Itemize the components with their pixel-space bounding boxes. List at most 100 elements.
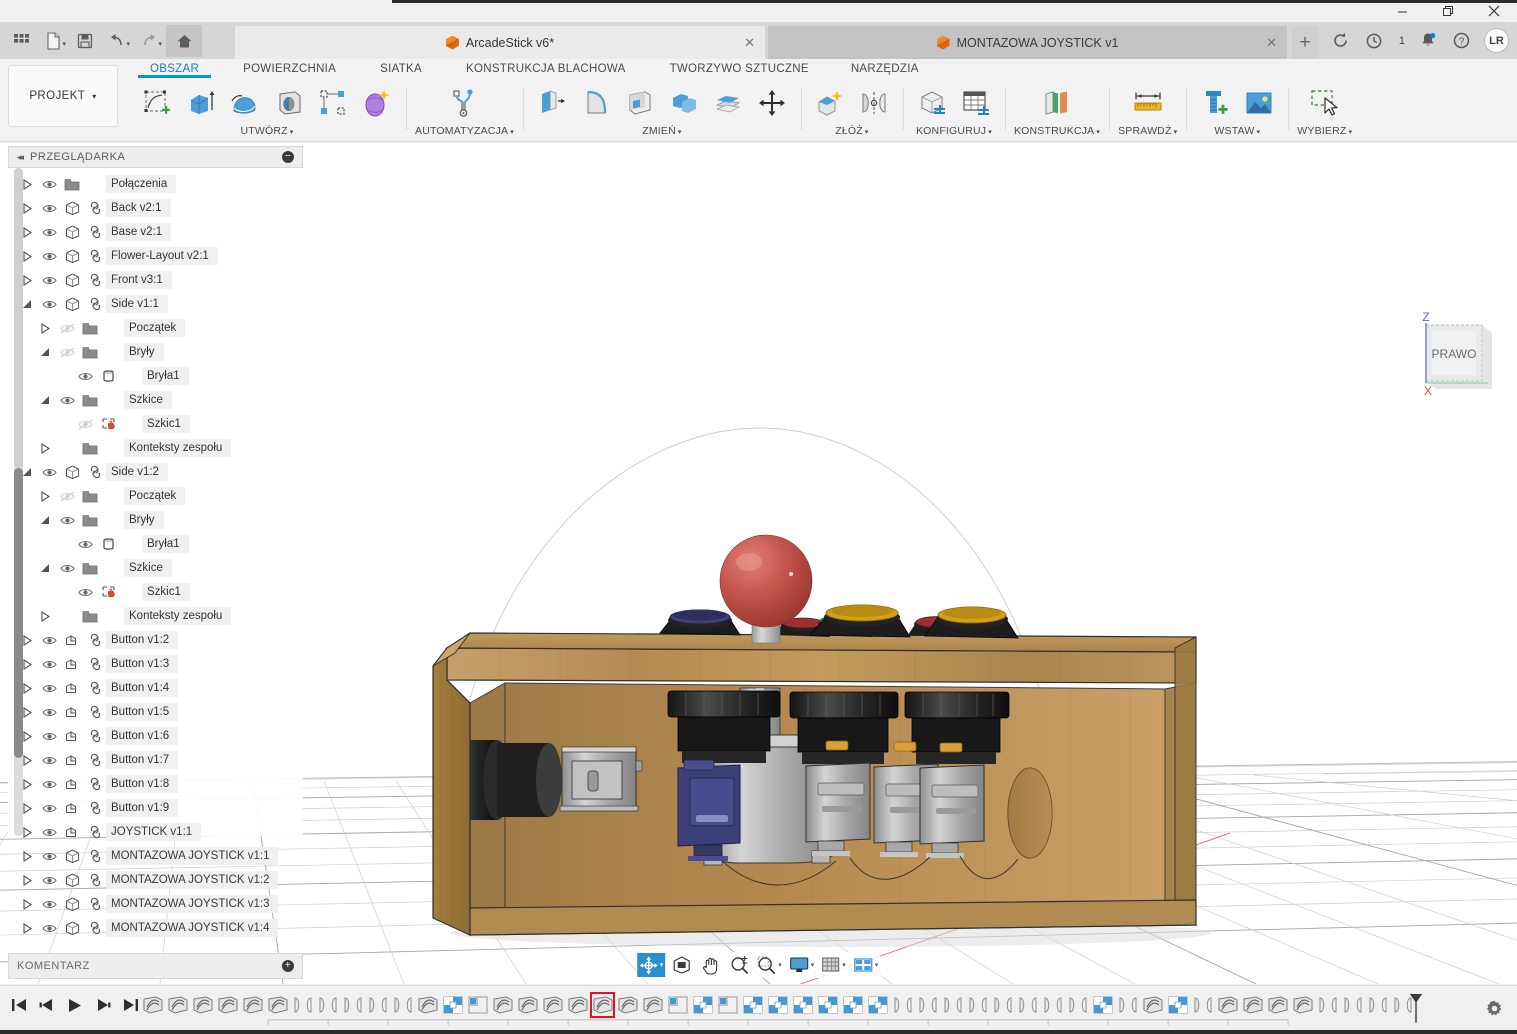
jump-to-end-button[interactable]	[122, 994, 140, 1016]
browser-tree-item[interactable]: Button v1:4	[8, 676, 303, 700]
tree-expander-icon[interactable]	[22, 658, 38, 670]
visibility-toggle-icon[interactable]	[74, 539, 96, 550]
tree-expander-icon[interactable]	[22, 178, 38, 190]
tree-expander-icon[interactable]	[22, 682, 38, 694]
visibility-toggle-icon[interactable]	[38, 203, 60, 214]
browser-tree-item[interactable]: Połączenia	[8, 172, 303, 196]
tree-expander-icon[interactable]	[40, 395, 56, 406]
browser-scrollbar-thumb[interactable]	[14, 468, 23, 758]
tree-expander-icon[interactable]	[40, 322, 56, 334]
visibility-toggle-icon[interactable]	[56, 491, 78, 502]
timeline-feature[interactable]	[1315, 992, 1340, 1018]
visibility-toggle-icon[interactable]	[38, 275, 60, 286]
browser-tree-item[interactable]: Button v1:6	[8, 724, 303, 748]
browser-tree-item[interactable]: Button v1:3	[8, 652, 303, 676]
timeline-feature[interactable]	[1240, 992, 1265, 1018]
new-sketch-icon[interactable]	[137, 83, 177, 123]
timeline-feature[interactable]	[765, 992, 790, 1018]
visibility-toggle-icon[interactable]	[74, 419, 96, 430]
timeline-feature[interactable]	[265, 992, 290, 1018]
close-window-button[interactable]	[1471, 0, 1517, 22]
timeline-feature[interactable]	[1090, 992, 1115, 1018]
tab-tworzywo-sztuczne[interactable]: TWORZYWO SZTUCZNE	[648, 59, 831, 75]
tree-expander-icon[interactable]	[40, 515, 56, 526]
timeline-feature[interactable]	[1215, 992, 1240, 1018]
move-copy-icon[interactable]	[752, 83, 792, 123]
measure-icon[interactable]	[1128, 83, 1168, 123]
tree-expander-icon[interactable]	[40, 442, 56, 454]
browser-tree-item[interactable]: Button v1:9	[8, 796, 303, 820]
automation-icon[interactable]	[444, 83, 484, 123]
tree-expander-icon[interactable]	[22, 226, 38, 238]
timeline-feature[interactable]	[790, 992, 815, 1018]
visibility-toggle-icon[interactable]	[38, 899, 60, 910]
browser-tree-item[interactable]: Szkic1	[8, 412, 303, 436]
timeline-feature[interactable]	[215, 992, 240, 1018]
viewport-layout-icon[interactable]: ▾	[851, 953, 881, 977]
browser-tree-item[interactable]: Bryły	[8, 340, 303, 364]
revolve-icon[interactable]	[225, 83, 265, 123]
gear-icon[interactable]	[1486, 1000, 1503, 1017]
project-dropdown-button[interactable]: PROJEKT ▾	[8, 65, 118, 127]
collapse-panel-icon[interactable]: ◂◂	[17, 152, 24, 163]
visibility-toggle-icon[interactable]	[38, 707, 60, 718]
timeline-feature[interactable]	[340, 992, 365, 1018]
timeline-feature[interactable]	[1290, 992, 1315, 1018]
visibility-toggle-icon[interactable]	[38, 851, 60, 862]
configuration-icon[interactable]	[912, 83, 952, 123]
orbit-icon[interactable]: ▾	[636, 953, 666, 977]
display-settings-icon[interactable]: ▾	[787, 953, 817, 977]
joint-icon[interactable]	[854, 83, 894, 123]
timeline-feature[interactable]	[1165, 992, 1190, 1018]
timeline-feature[interactable]	[815, 992, 840, 1018]
browser-tree-item[interactable]: Bryła1	[8, 532, 303, 556]
browser-tree-item[interactable]: Button v1:2	[8, 628, 303, 652]
data-panel-refresh-icon[interactable]	[1329, 29, 1352, 52]
timeline-feature[interactable]	[990, 992, 1015, 1018]
split-face-icon[interactable]	[708, 83, 748, 123]
tree-expander-icon[interactable]	[22, 274, 38, 286]
visibility-toggle-icon[interactable]	[38, 923, 60, 934]
timeline-feature[interactable]	[365, 992, 390, 1018]
comment-panel[interactable]: KOMENTARZ +	[8, 953, 303, 979]
visibility-toggle-icon[interactable]	[56, 515, 78, 526]
browser-tree-item[interactable]: JOYSTICK v1:1	[8, 820, 303, 844]
chevron-down-icon[interactable]: ▾	[660, 961, 664, 969]
timeline-feature[interactable]	[890, 992, 915, 1018]
tree-expander-icon[interactable]	[40, 347, 56, 358]
tree-expander-icon[interactable]	[22, 850, 38, 862]
browser-tree-item[interactable]: Szkice	[8, 388, 303, 412]
timeline-end-marker[interactable]	[1409, 991, 1423, 1025]
browser-tree-item[interactable]: Początek	[8, 484, 303, 508]
tree-expander-icon[interactable]	[22, 730, 38, 742]
browser-tree-item[interactable]: Side v1:2	[8, 460, 303, 484]
timeline-feature[interactable]	[290, 992, 315, 1018]
browser-tree-item[interactable]: Szkic1	[8, 580, 303, 604]
new-component-icon[interactable]	[810, 83, 850, 123]
visibility-toggle-icon[interactable]	[74, 587, 96, 598]
visibility-toggle-icon[interactable]	[38, 827, 60, 838]
browser-tree-item[interactable]: MONTAZOWA JOYSTICK v1:2	[8, 868, 303, 892]
tree-expander-icon[interactable]	[22, 898, 38, 910]
visibility-toggle-icon[interactable]	[38, 875, 60, 886]
new-tab-button[interactable]: +	[1292, 26, 1318, 59]
hole-icon[interactable]	[269, 83, 309, 123]
timeline-feature[interactable]	[1115, 992, 1140, 1018]
tree-expander-icon[interactable]	[40, 490, 56, 502]
add-comment-icon[interactable]: +	[282, 960, 294, 972]
timeline-feature[interactable]	[1015, 992, 1040, 1018]
visibility-toggle-icon[interactable]	[56, 395, 78, 406]
visibility-toggle-icon[interactable]	[38, 251, 60, 262]
shell-icon[interactable]	[620, 83, 660, 123]
chevron-down-icon[interactable]: ▾	[811, 961, 815, 969]
browser-tree-item[interactable]: Początek	[8, 316, 303, 340]
timeline-feature[interactable]	[415, 992, 440, 1018]
minimize-button[interactable]	[1379, 0, 1425, 22]
insert-image-icon[interactable]	[1239, 83, 1279, 123]
chevron-down-icon[interactable]: ▾	[842, 961, 846, 969]
zoom-window-icon[interactable]: ▾	[755, 953, 784, 977]
timeline-track[interactable]	[140, 991, 1477, 1029]
browser-tree-item[interactable]: Button v1:8	[8, 772, 303, 796]
timeline-feature[interactable]	[1140, 992, 1165, 1018]
redo-icon[interactable]: ▾	[134, 25, 164, 57]
